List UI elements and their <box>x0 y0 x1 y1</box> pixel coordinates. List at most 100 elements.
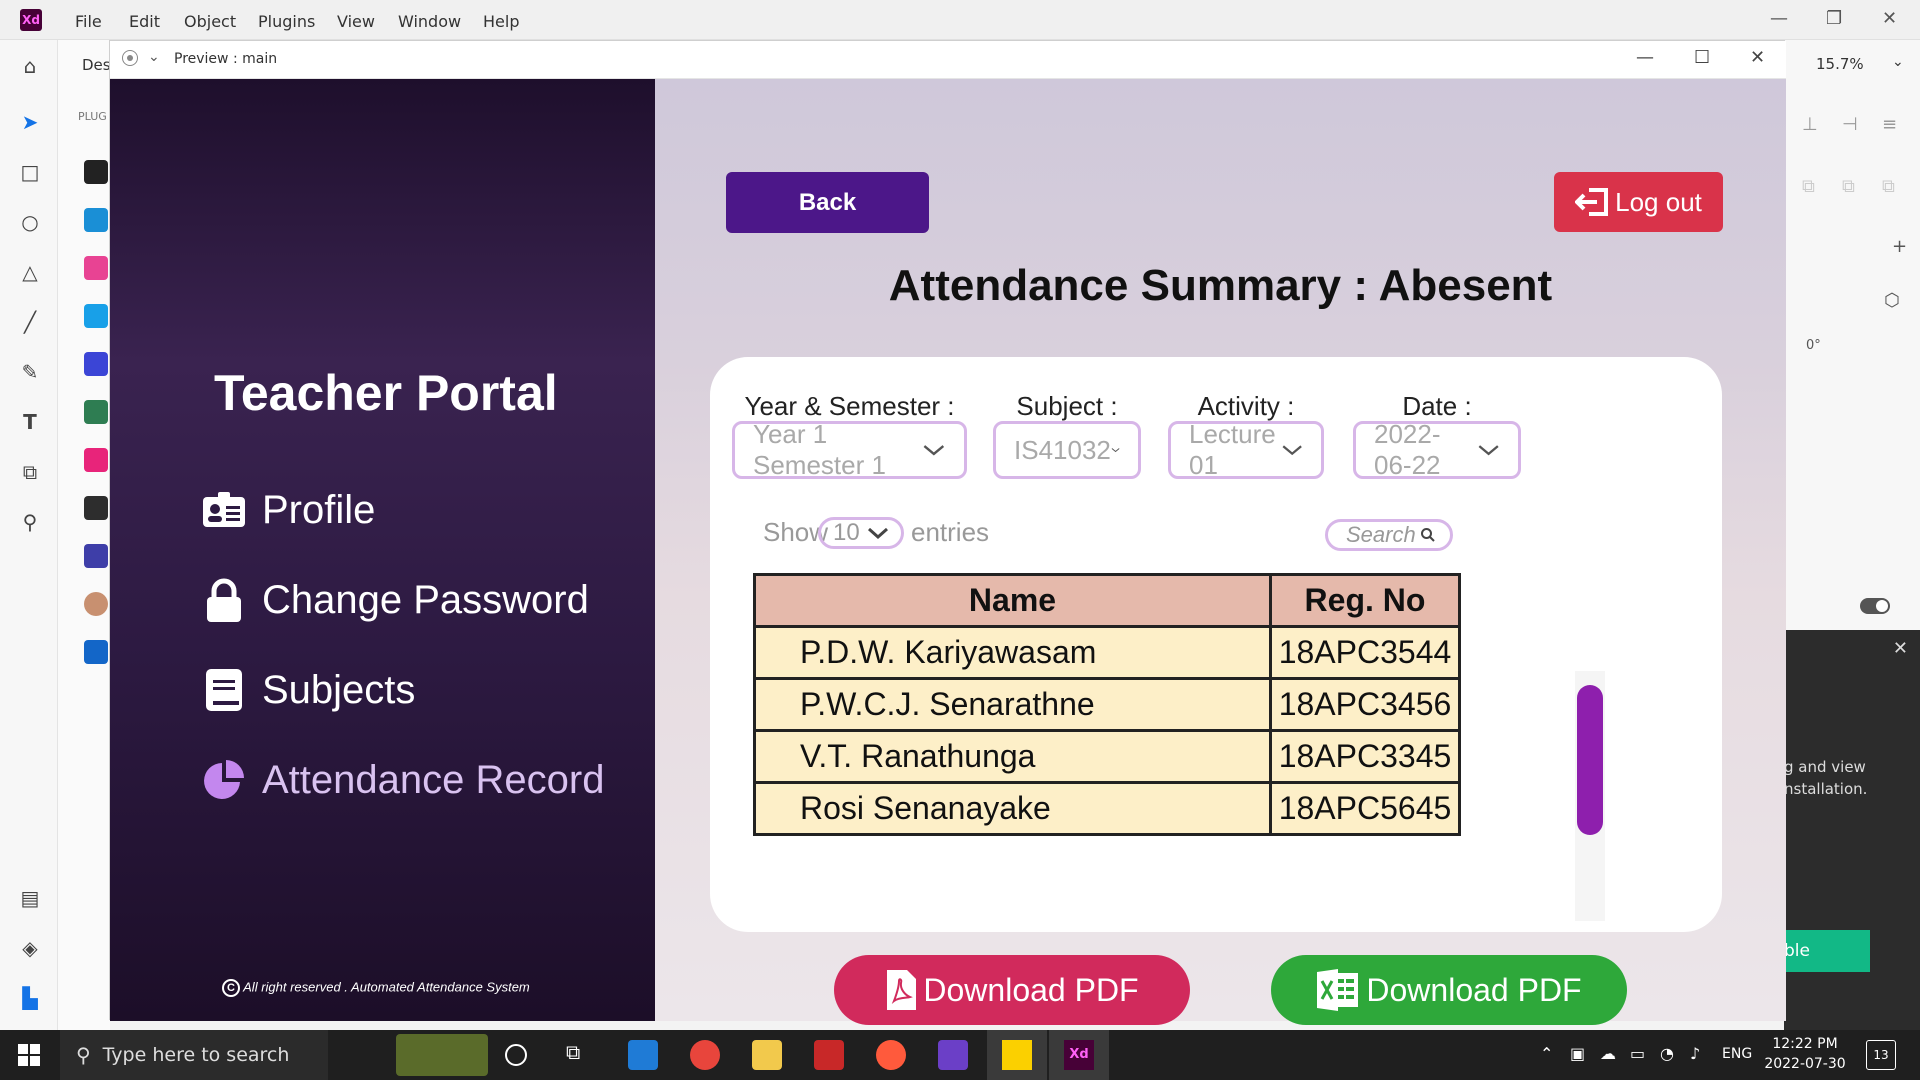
pen-tool-icon[interactable]: ✎ <box>18 360 42 384</box>
add-icon[interactable]: + <box>1892 236 1907 257</box>
artboard-tool-icon[interactable]: ⧉ <box>18 460 42 484</box>
file-explorer-icon[interactable] <box>752 1040 782 1070</box>
activity-select[interactable]: Lecture 01 <box>1168 419 1324 480</box>
plugin-icon-9[interactable] <box>84 544 108 568</box>
menu-view[interactable]: View <box>337 12 375 31</box>
menu-plugins[interactable]: Plugins <box>258 12 315 31</box>
logout-button[interactable]: Log out <box>1554 172 1723 232</box>
cell-reg-no: 18APC3544 <box>1269 625 1461 680</box>
tray-chevron-icon[interactable]: ⌃ <box>1540 1044 1553 1063</box>
rectangle-tool-icon[interactable]: □ <box>18 160 42 184</box>
nav-change-password[interactable]: Change Password <box>200 575 589 625</box>
plugin-icon-6[interactable] <box>84 400 108 424</box>
plugin-icon-5[interactable] <box>84 352 108 376</box>
volume-icon[interactable]: ♪ <box>1690 1044 1700 1063</box>
line-tool-icon[interactable]: ╱ <box>18 310 42 334</box>
boolean-add-icon[interactable]: ⧉ <box>1802 176 1815 197</box>
wifi-icon[interactable]: ◔ <box>1660 1044 1674 1063</box>
cortana-icon[interactable] <box>505 1044 527 1066</box>
notification-center-icon[interactable]: 13 <box>1866 1040 1896 1070</box>
design-tab[interactable]: Des <box>82 56 111 74</box>
app-icon-red[interactable] <box>876 1040 906 1070</box>
task-view-icon[interactable]: ⧉ <box>566 1040 596 1070</box>
download-excel-button[interactable]: Download PDF <box>1271 955 1627 1025</box>
plugin-icon-10[interactable] <box>84 592 108 616</box>
restore-icon[interactable]: ❐ <box>1826 8 1842 29</box>
table-row[interactable]: P.D.W. Kariyawasam 18APC3544 <box>753 625 1461 680</box>
menu-window[interactable]: Window <box>398 12 461 31</box>
zoom-tool-icon[interactable]: ⚲ <box>18 510 42 534</box>
preview-close-icon[interactable]: ✕ <box>1750 47 1765 68</box>
record-icon[interactable] <box>122 50 138 66</box>
plugin-icon-1[interactable] <box>84 160 108 184</box>
recorder-icon[interactable] <box>814 1040 844 1070</box>
triangle-tool-icon[interactable]: △ <box>18 260 42 284</box>
distribute-icon[interactable]: ≡ <box>1882 114 1897 135</box>
adobe-xd-slot[interactable]: Xd <box>1049 1030 1109 1080</box>
year-semester-select[interactable]: Year 1 Semester 1 <box>732 419 967 480</box>
plugin-icon-7[interactable] <box>84 448 108 472</box>
menu-file[interactable]: File <box>75 12 102 31</box>
ellipse-tool-icon[interactable]: ○ <box>18 210 42 234</box>
download-pdf-button[interactable]: Download PDF <box>834 955 1190 1025</box>
toast-close-icon[interactable]: ✕ <box>1893 638 1908 659</box>
sticky-notes-slot[interactable] <box>987 1030 1047 1080</box>
clock-date[interactable]: 2022-07-30 <box>1760 1056 1850 1072</box>
plugin-icon-3[interactable] <box>84 256 108 280</box>
menu-object[interactable]: Object <box>184 12 236 31</box>
3d-transform-icon[interactable]: ⬡ <box>1884 290 1900 311</box>
visual-studio-icon[interactable] <box>938 1040 968 1070</box>
plugin-icon-4[interactable] <box>84 304 108 328</box>
date-select[interactable]: 2022-06-22 <box>1353 419 1521 480</box>
preview-dropdown-icon[interactable]: ⌄ <box>148 49 160 65</box>
nav-profile[interactable]: Profile <box>200 485 375 535</box>
close-icon[interactable]: ✕ <box>1882 8 1897 29</box>
onedrive-icon[interactable]: ☁ <box>1600 1044 1616 1063</box>
assets-icon[interactable]: ▤ <box>18 886 42 910</box>
table-row[interactable]: V.T. Ranathunga 18APC3345 <box>753 729 1461 784</box>
windows-start-icon[interactable] <box>18 1044 40 1066</box>
table-row[interactable]: Rosi Senanayake 18APC5645 <box>753 781 1461 836</box>
select-tool-icon[interactable]: ➤ <box>18 110 42 134</box>
chrome-icon[interactable] <box>690 1040 720 1070</box>
column-header-name[interactable]: Name <box>753 573 1272 628</box>
align-center-icon[interactable]: ⊥ <box>1802 114 1818 135</box>
rotation-value[interactable]: 0° <box>1806 338 1821 353</box>
boolean-subtract-icon[interactable]: ⧉ <box>1842 176 1855 197</box>
home-icon[interactable]: ⌂ <box>18 54 42 78</box>
toast-button[interactable]: ble <box>1784 930 1870 972</box>
clock-time[interactable]: 12:22 PM <box>1760 1036 1850 1052</box>
table-row[interactable]: P.W.C.J. Senarathne 18APC3456 <box>753 677 1461 732</box>
boolean-intersect-icon[interactable]: ⧉ <box>1882 176 1895 197</box>
mail-icon[interactable] <box>628 1040 658 1070</box>
preview-maximize-icon[interactable]: ☐ <box>1694 47 1710 68</box>
preview-minimize-icon[interactable]: — <box>1636 47 1654 68</box>
chevron-down-icon <box>1282 445 1302 456</box>
menu-edit[interactable]: Edit <box>129 12 160 31</box>
menu-help[interactable]: Help <box>483 12 519 31</box>
plugin-icon-2[interactable] <box>84 208 108 232</box>
taskbar-search[interactable]: ⚲ Type here to search <box>60 1030 328 1080</box>
language-indicator[interactable]: ENG <box>1722 1046 1752 1062</box>
plugins-panel-icon[interactable]: ▙ <box>18 986 42 1010</box>
subject-select[interactable]: IS41032 <box>993 421 1141 479</box>
xd-logo: Xd <box>20 9 42 31</box>
zoom-chevron-icon[interactable]: ⌄ <box>1892 54 1904 70</box>
text-tool-icon[interactable]: T <box>18 410 42 434</box>
back-button[interactable]: Back <box>726 172 929 233</box>
toggle-switch[interactable] <box>1860 598 1890 614</box>
nav-subjects[interactable]: Subjects <box>200 665 415 715</box>
entries-select[interactable]: 10 <box>818 517 904 549</box>
zoom-level[interactable]: 15.7% <box>1816 55 1864 73</box>
tray-device-icon[interactable]: ▣ <box>1570 1044 1585 1063</box>
align-right-icon[interactable]: ⊣ <box>1842 114 1858 135</box>
battery-icon[interactable]: ▭ <box>1630 1044 1645 1063</box>
minimize-icon[interactable]: — <box>1770 8 1788 29</box>
plugin-icon-8[interactable] <box>84 496 108 520</box>
plugin-icon-11[interactable] <box>84 640 108 664</box>
column-header-reg-no[interactable]: Reg. No <box>1269 573 1461 628</box>
table-scrollbar-thumb[interactable] <box>1577 685 1603 835</box>
layers-icon[interactable]: ◈ <box>18 936 42 960</box>
nav-attendance-record[interactable]: Attendance Record <box>200 755 604 805</box>
search-input[interactable]: Search <box>1325 519 1453 551</box>
